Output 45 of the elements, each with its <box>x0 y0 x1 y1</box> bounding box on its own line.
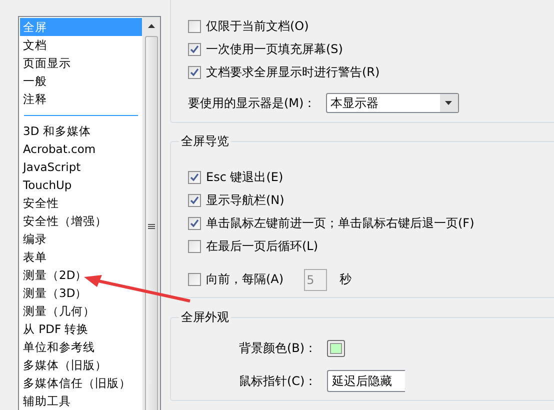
category-item[interactable]: JavaScript <box>20 158 142 176</box>
category-item[interactable]: Acrobat.com <box>20 140 142 158</box>
category-item[interactable]: 一般 <box>20 72 142 90</box>
category-item[interactable]: 从 PDF 转换 <box>20 320 142 338</box>
category-item[interactable]: 安全性 <box>20 194 142 212</box>
checkbox-label[interactable]: 在最后一页后循环(L) <box>206 238 318 255</box>
category-item[interactable]: 表单 <box>20 248 142 266</box>
checkbox[interactable] <box>188 171 201 184</box>
category-item[interactable]: 安全性（增强） <box>20 212 142 230</box>
category-item[interactable]: 测量（几何） <box>20 302 142 320</box>
grip-icon <box>148 222 155 230</box>
caret-icon <box>440 94 458 112</box>
checkbox[interactable] <box>188 194 201 207</box>
category-item[interactable]: 测量（3D） <box>20 284 142 302</box>
category-item[interactable]: 文档 <box>20 36 142 54</box>
category-item[interactable]: 多媒体信任（旧版） <box>20 374 142 392</box>
category-item[interactable]: 多媒体（旧版） <box>20 356 142 374</box>
checkbox[interactable] <box>188 43 201 56</box>
category-item[interactable]: 注释 <box>20 90 142 108</box>
checkbox-label[interactable]: 显示导航栏(N) <box>206 192 284 209</box>
category-item[interactable]: 3D 和多媒体 <box>20 122 142 140</box>
color-swatch[interactable] <box>327 340 345 356</box>
checkbox[interactable] <box>188 217 201 230</box>
category-item[interactable]: 单位和参考线 <box>20 338 142 356</box>
group-title: 全屏导览 <box>179 133 231 149</box>
checkbox-label[interactable]: 仅限于当前文档(O) <box>206 18 309 35</box>
checkbox[interactable] <box>188 20 201 33</box>
category-item[interactable]: 测量（2D） <box>20 266 142 284</box>
checkbox[interactable] <box>188 66 201 79</box>
cursor-dropdown[interactable]: 延迟后隐藏 <box>327 370 405 392</box>
category-item[interactable]: 辅助工具 <box>20 392 142 410</box>
monitor-dropdown[interactable]: 本显示器 <box>326 93 459 113</box>
background-color-label: 背景颜色(B)： <box>239 340 318 356</box>
group-title: 全屏外观 <box>179 309 231 325</box>
checkbox-label[interactable]: 单击鼠标左键前进一页；单击鼠标右键后退一页(F) <box>206 215 474 232</box>
checkbox-label[interactable]: 文档要求全屏显示时进行警告(R) <box>206 64 380 81</box>
category-item[interactable]: 页面显示 <box>20 54 142 72</box>
category-item[interactable]: TouchUp <box>20 176 142 194</box>
checkbox-label[interactable]: Esc 键退出(E) <box>206 169 284 186</box>
monitor-label: 要使用的显示器是(M)： <box>188 94 316 112</box>
checkbox-label[interactable]: 一次使用一页填充屏幕(S) <box>206 41 343 58</box>
unit-label: 秒 <box>340 271 352 288</box>
mouse-cursor-label: 鼠标指针(C)： <box>239 372 318 390</box>
checkbox[interactable] <box>188 240 201 253</box>
category-item[interactable]: 编录 <box>20 230 142 248</box>
